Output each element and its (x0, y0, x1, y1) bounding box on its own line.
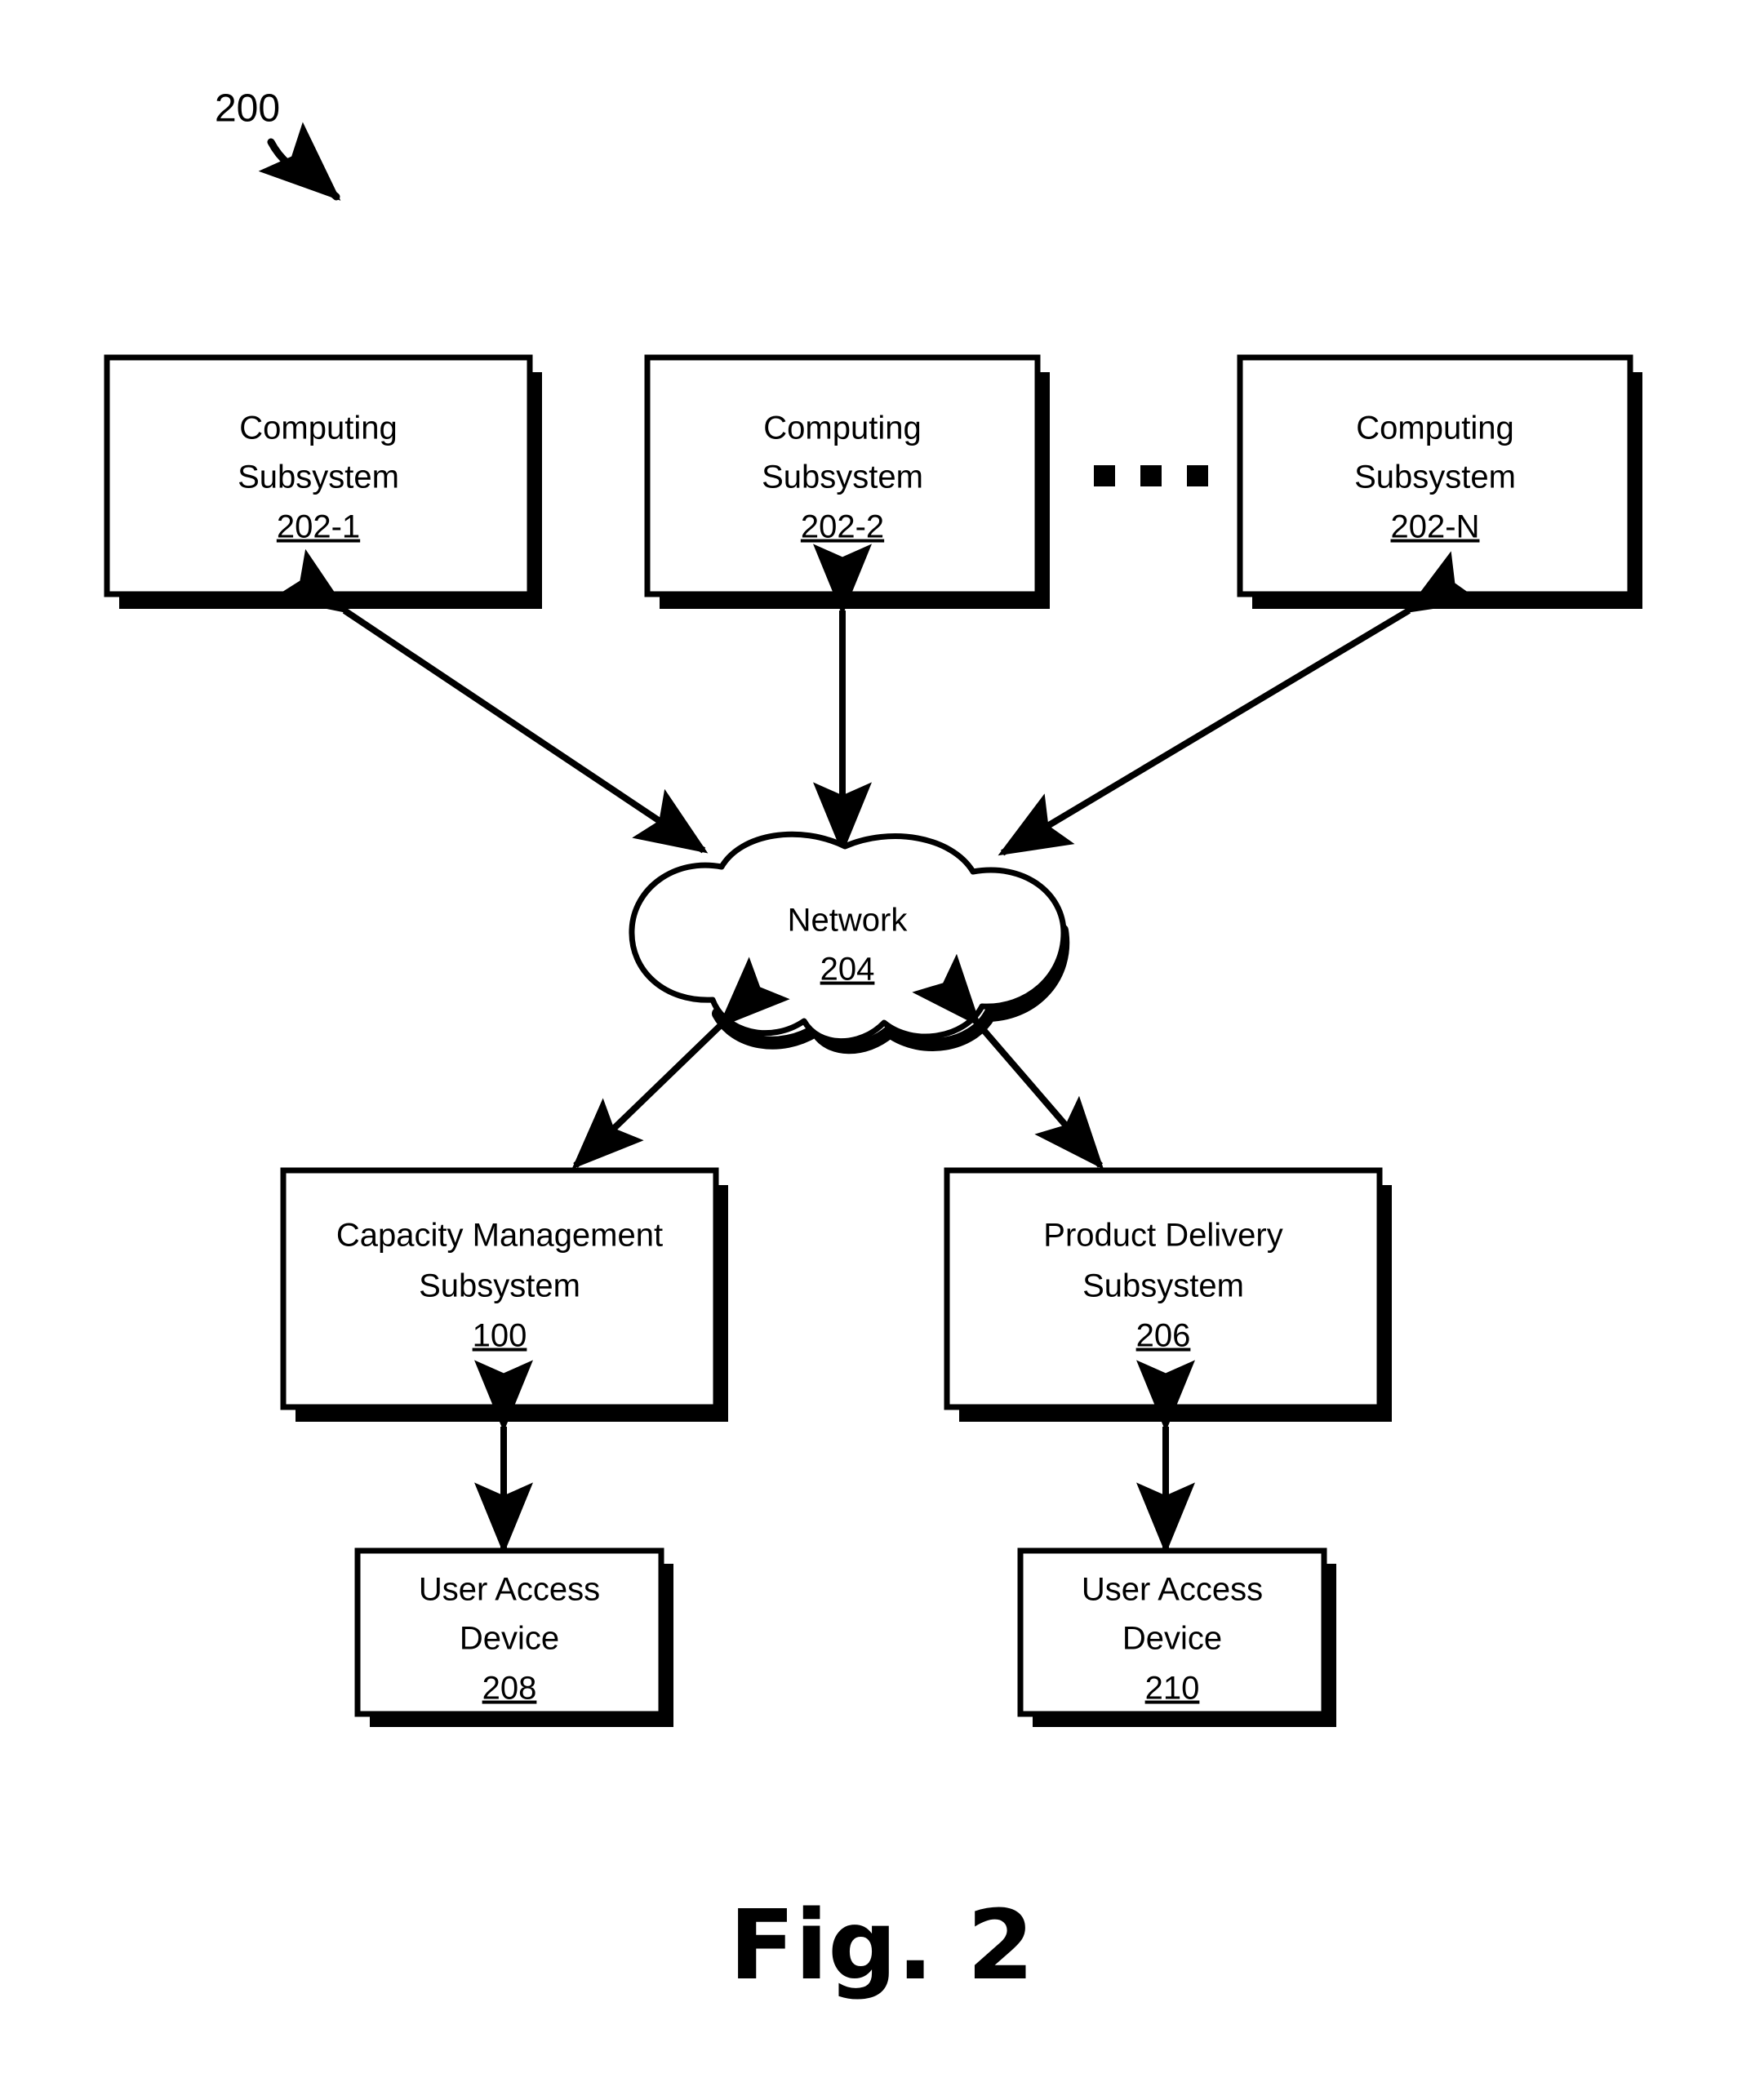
system-reference-label: 200 (215, 87, 280, 131)
node-label-line2-210: Device (1122, 1621, 1222, 1657)
node-reference-202-n: 202-N (1391, 509, 1480, 545)
user-access-device-208[interactable]: User Access Device 208 (354, 1547, 673, 1727)
node-label-line2-202-n: Subsystem (1354, 460, 1516, 495)
node-reference-network: 204 (820, 952, 875, 988)
figure-caption: Fig. 2 (729, 1889, 1034, 2001)
computing-subsystem-202-2[interactable]: Computing Subsystem 202-2 (644, 354, 1050, 609)
node-label-line1-100: Capacity Management (336, 1218, 663, 1254)
node-label-line1-206: Product Delivery (1043, 1218, 1282, 1254)
ellipsis-icon (1094, 465, 1208, 486)
node-label-line2-206: Subsystem (1082, 1268, 1244, 1304)
node-label-line1-210: User Access (1082, 1572, 1263, 1608)
computing-subsystem-202-n[interactable]: Computing Subsystem 202-N (1237, 354, 1642, 609)
node-label-line1-202-2: Computing (763, 411, 921, 446)
user-access-device-210[interactable]: User Access Device 210 (1017, 1547, 1336, 1727)
connector-network-to-capacity-management (571, 957, 790, 1170)
figure-canvas: 200 Computing Subsystem 202-1 Computing … (104, 87, 1642, 2001)
patent-figure-2: 200 Computing Subsystem 202-1 Computing … (0, 0, 1742, 2100)
connector-202-n-to-network (998, 551, 1482, 856)
node-label-line1-208: User Access (419, 1572, 600, 1608)
node-reference-210: 210 (1145, 1671, 1200, 1707)
product-delivery-subsystem-206[interactable]: Product Delivery Subsystem 206 (944, 1167, 1392, 1422)
network-cloud-204[interactable]: Network 204 (629, 831, 1070, 1054)
node-label-line2-202-1: Subsystem (238, 460, 399, 495)
connector-202-1-to-network (273, 548, 709, 854)
computing-subsystem-202-1[interactable]: Computing Subsystem 202-1 (104, 354, 542, 609)
connector-network-to-product-delivery (912, 953, 1104, 1170)
node-label-line1-202-1: Computing (239, 411, 397, 446)
node-label-line2-100: Subsystem (419, 1268, 580, 1304)
node-reference-202-2: 202-2 (801, 509, 884, 545)
node-label-network: Network (788, 903, 909, 939)
node-label-line2-202-2: Subsystem (762, 460, 923, 495)
node-reference-206: 206 (1136, 1318, 1191, 1354)
system-reference-arrow (258, 122, 341, 201)
system-reference-callout: 200 (215, 87, 341, 201)
node-reference-100: 100 (473, 1318, 527, 1354)
node-label-line1-202-n: Computing (1356, 411, 1513, 446)
node-reference-208: 208 (482, 1671, 537, 1707)
node-reference-202-1: 202-1 (277, 509, 360, 545)
capacity-management-subsystem-100[interactable]: Capacity Management Subsystem 100 (280, 1167, 728, 1422)
node-label-line2-208: Device (460, 1621, 559, 1657)
